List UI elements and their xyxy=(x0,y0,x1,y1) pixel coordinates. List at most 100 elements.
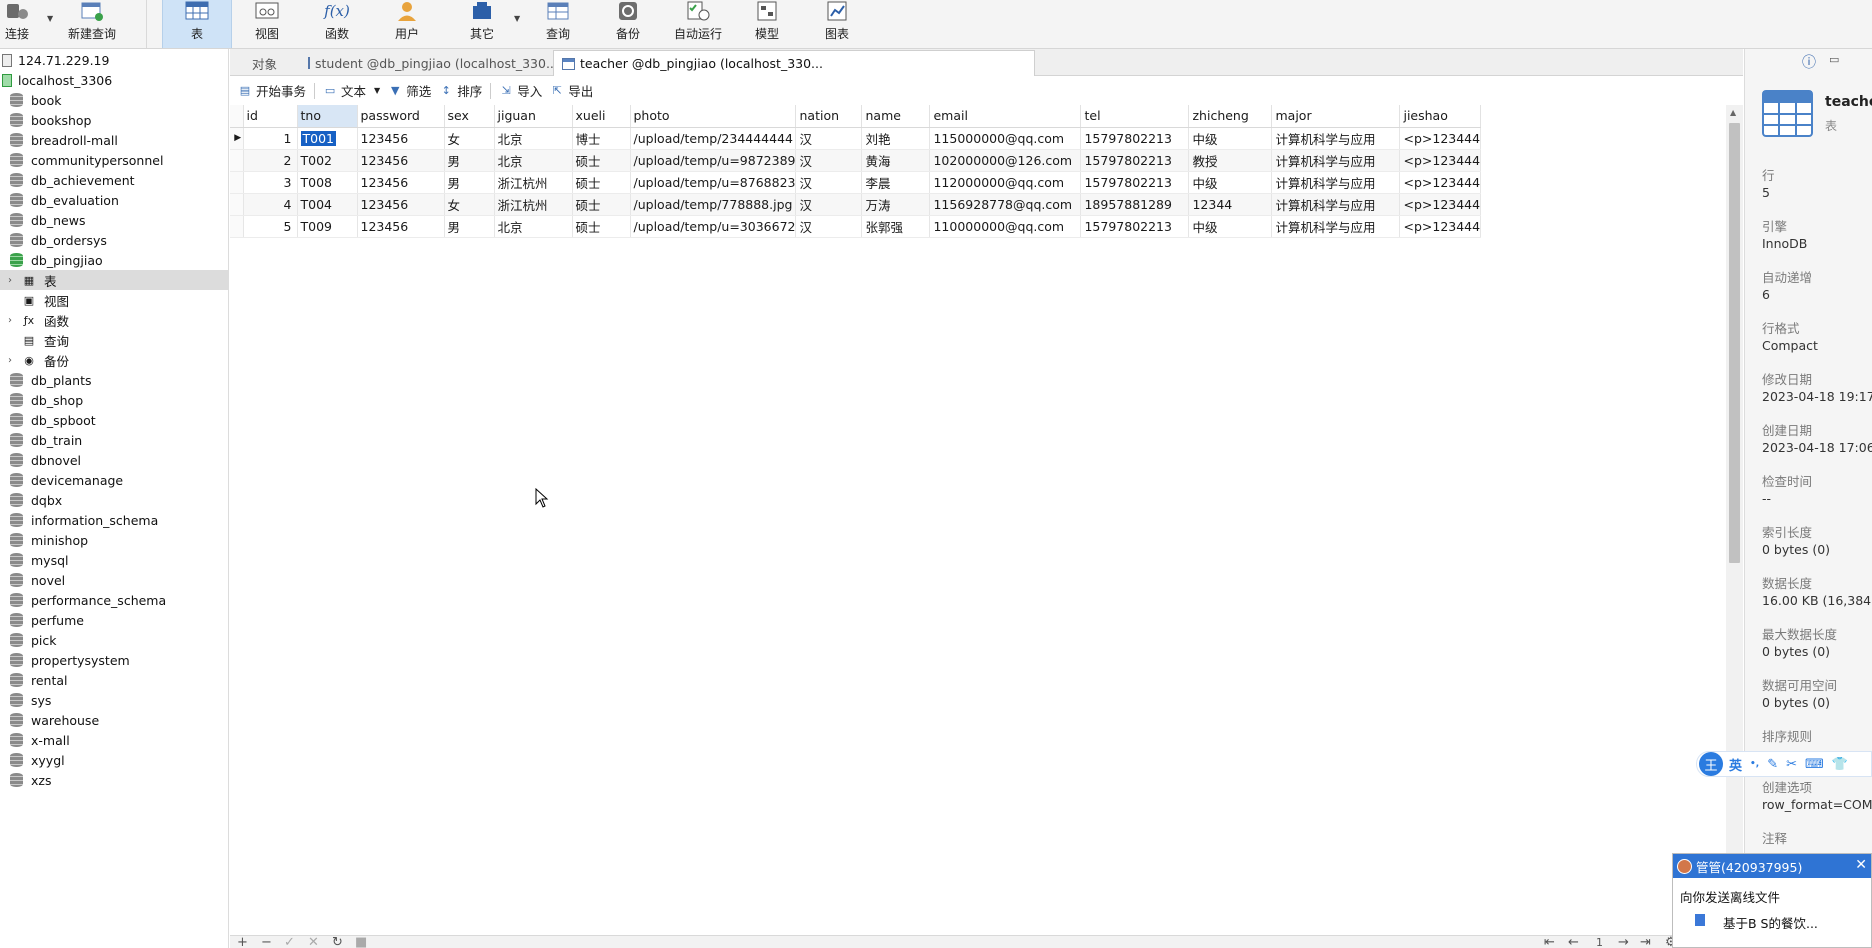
table-cell[interactable]: 15797802213 xyxy=(1080,149,1190,172)
column-header[interactable]: sex xyxy=(444,105,495,128)
database-item[interactable]: xzs xyxy=(0,770,229,790)
table-row[interactable]: ▶ 1 T001 123456 女北京 博士/upload/temp/234444444 汉… xyxy=(230,127,1482,150)
begin-transaction-button[interactable]: ▤ 开始事务 xyxy=(238,81,306,100)
table-cell[interactable]: 123456 xyxy=(357,215,445,238)
database-item[interactable]: db_achievement xyxy=(0,170,229,190)
column-header[interactable]: tno xyxy=(297,105,358,128)
table-cell[interactable]: 硕士 xyxy=(572,149,631,172)
table-cell[interactable]: T004 xyxy=(297,193,358,216)
table-cell[interactable]: 汉 xyxy=(795,215,863,238)
database-item[interactable]: x-mall xyxy=(0,730,229,750)
table-cell[interactable]: 2 xyxy=(243,149,298,172)
pen-icon[interactable]: ✎ xyxy=(1767,757,1778,772)
table-cell[interactable]: 硕士 xyxy=(572,215,631,238)
table-cell[interactable]: 刘艳 xyxy=(861,127,931,150)
expand-arrow-icon[interactable]: › xyxy=(8,315,18,326)
database-item-active[interactable]: db_pingjiao xyxy=(0,250,229,270)
delete-record-icon[interactable]: − xyxy=(261,935,272,948)
table-cell[interactable]: 1156928778@qq.com xyxy=(929,193,1082,216)
selected-cell-value[interactable]: T001 xyxy=(300,130,336,146)
table-cell[interactable]: <p>123444 xyxy=(1399,215,1482,238)
toolbar-table-button[interactable]: 表 xyxy=(162,0,232,48)
toolbar-other-button[interactable]: 其它 xyxy=(465,0,499,48)
other-dropdown-icon[interactable]: ▼ xyxy=(514,14,520,23)
tree-node-backup[interactable]: › ◉ 备份 xyxy=(0,350,229,370)
database-item[interactable]: db_news xyxy=(0,210,229,230)
toolbar-connect-button[interactable]: 连接 xyxy=(0,0,34,48)
toolbar-user-button[interactable]: 用户 xyxy=(390,0,424,48)
database-item[interactable]: devicemanage xyxy=(0,470,229,490)
toolbar-view-button[interactable]: 视图 xyxy=(250,0,284,48)
filter-button[interactable]: ▼ 筛选 xyxy=(388,81,431,100)
toolbar-auto-run-button[interactable]: 自动运行 xyxy=(674,0,722,48)
row-marker[interactable] xyxy=(230,193,244,216)
toolbar-backup-button[interactable]: 备份 xyxy=(611,0,645,48)
file-link[interactable]: 基于B S的餐饮... xyxy=(1723,913,1818,932)
ime-logo-icon[interactable]: 王 xyxy=(1699,752,1723,776)
table-cell[interactable]: 3 xyxy=(243,171,298,194)
row-marker[interactable] xyxy=(230,149,244,172)
scissors-icon[interactable]: ✂ xyxy=(1786,757,1797,772)
table-cell[interactable]: /upload/temp/u=8768823 xyxy=(630,171,797,194)
keyboard-icon[interactable]: ⌨ xyxy=(1805,757,1824,772)
table-cell[interactable]: 黄海 xyxy=(861,149,931,172)
toolbar-function-button[interactable]: f(x) 函数 xyxy=(320,0,354,48)
table-cell[interactable]: T001 xyxy=(297,127,358,150)
table-cell[interactable]: 115000000@qq.com xyxy=(929,127,1082,150)
connection-item[interactable]: 124.71.229.19 xyxy=(0,50,229,70)
table-cell[interactable]: /upload/temp/u=9872389 xyxy=(630,149,797,172)
toolbar-chart-button[interactable]: 图表 xyxy=(820,0,854,48)
table-cell[interactable]: 中级 xyxy=(1188,127,1273,150)
column-header[interactable]: id xyxy=(243,105,298,128)
database-item[interactable]: dqbx xyxy=(0,490,229,510)
last-page-icon[interactable]: ⇥ xyxy=(1640,935,1651,948)
column-header[interactable]: password xyxy=(357,105,445,128)
database-item[interactable]: propertysystem xyxy=(0,650,229,670)
table-cell[interactable]: 15797802213 xyxy=(1080,127,1190,150)
database-item[interactable]: mysql xyxy=(0,550,229,570)
first-page-icon[interactable]: ⇤ xyxy=(1544,935,1555,948)
table-cell[interactable]: 110000000@qq.com xyxy=(929,215,1082,238)
table-row[interactable]: 5 T009 123456 男北京 硕士/upload/temp/u=3036672 汉张… xyxy=(230,215,1482,238)
table-cell[interactable]: 北京 xyxy=(494,215,573,238)
table-cell[interactable]: 北京 xyxy=(494,127,573,150)
tree-node-table[interactable]: › ▦ 表 xyxy=(0,270,229,290)
ime-mode-toggle[interactable]: 英 xyxy=(1729,755,1742,774)
table-cell[interactable]: 1 xyxy=(243,127,298,150)
database-item[interactable]: minishop xyxy=(0,530,229,550)
previous-page-icon[interactable]: ← xyxy=(1568,935,1579,948)
table-cell[interactable]: 15797802213 xyxy=(1080,171,1190,194)
add-record-icon[interactable]: + xyxy=(237,935,248,948)
tree-node-function[interactable]: › ƒx 函数 xyxy=(0,310,229,330)
sort-button[interactable]: ↕ 排序 xyxy=(439,81,483,100)
table-cell[interactable]: 计算机科学与应用 xyxy=(1271,127,1401,150)
table-cell[interactable]: 123456 xyxy=(357,127,445,150)
import-button[interactable]: ⇲ 导入 xyxy=(499,81,543,100)
column-header[interactable]: zhicheng xyxy=(1188,105,1273,128)
database-item[interactable]: pick xyxy=(0,630,229,650)
table-row[interactable]: 4 T004 123456 女浙江杭州 硕士/upload/temp/778888.jp… xyxy=(230,193,1482,216)
table-cell[interactable]: 中级 xyxy=(1188,215,1273,238)
table-cell[interactable]: 102000000@126.com xyxy=(929,149,1082,172)
tree-node-view[interactable]: ▣ 视图 xyxy=(0,290,229,310)
table-cell[interactable]: 硕士 xyxy=(572,171,631,194)
database-item[interactable]: xyygl xyxy=(0,750,229,770)
qq-notification[interactable]: 管管(420937995) ✕ 向你发送离线文件 基于B S的餐饮... xyxy=(1672,853,1872,948)
table-cell[interactable]: <p>123444 xyxy=(1399,171,1482,194)
database-item[interactable]: db_ordersys xyxy=(0,230,229,250)
database-item[interactable]: breadroll-mall xyxy=(0,130,229,150)
table-cell[interactable]: T009 xyxy=(297,215,358,238)
tree-node-query[interactable]: ▤ 查询 xyxy=(0,330,229,350)
table-cell[interactable]: 李晨 xyxy=(861,171,931,194)
table-cell[interactable]: 123456 xyxy=(357,149,445,172)
database-item[interactable]: performance_schema xyxy=(0,590,229,610)
database-item[interactable]: db_train xyxy=(0,430,229,450)
row-marker[interactable] xyxy=(230,215,244,238)
connection-item[interactable]: localhost_3306 xyxy=(0,70,229,90)
column-header[interactable]: nation xyxy=(795,105,863,128)
database-item[interactable]: db_plants xyxy=(0,370,229,390)
database-item[interactable]: db_shop xyxy=(0,390,229,410)
database-item[interactable]: rental xyxy=(0,670,229,690)
table-cell[interactable]: 4 xyxy=(243,193,298,216)
punctuation-icon[interactable]: •, xyxy=(1750,759,1759,769)
